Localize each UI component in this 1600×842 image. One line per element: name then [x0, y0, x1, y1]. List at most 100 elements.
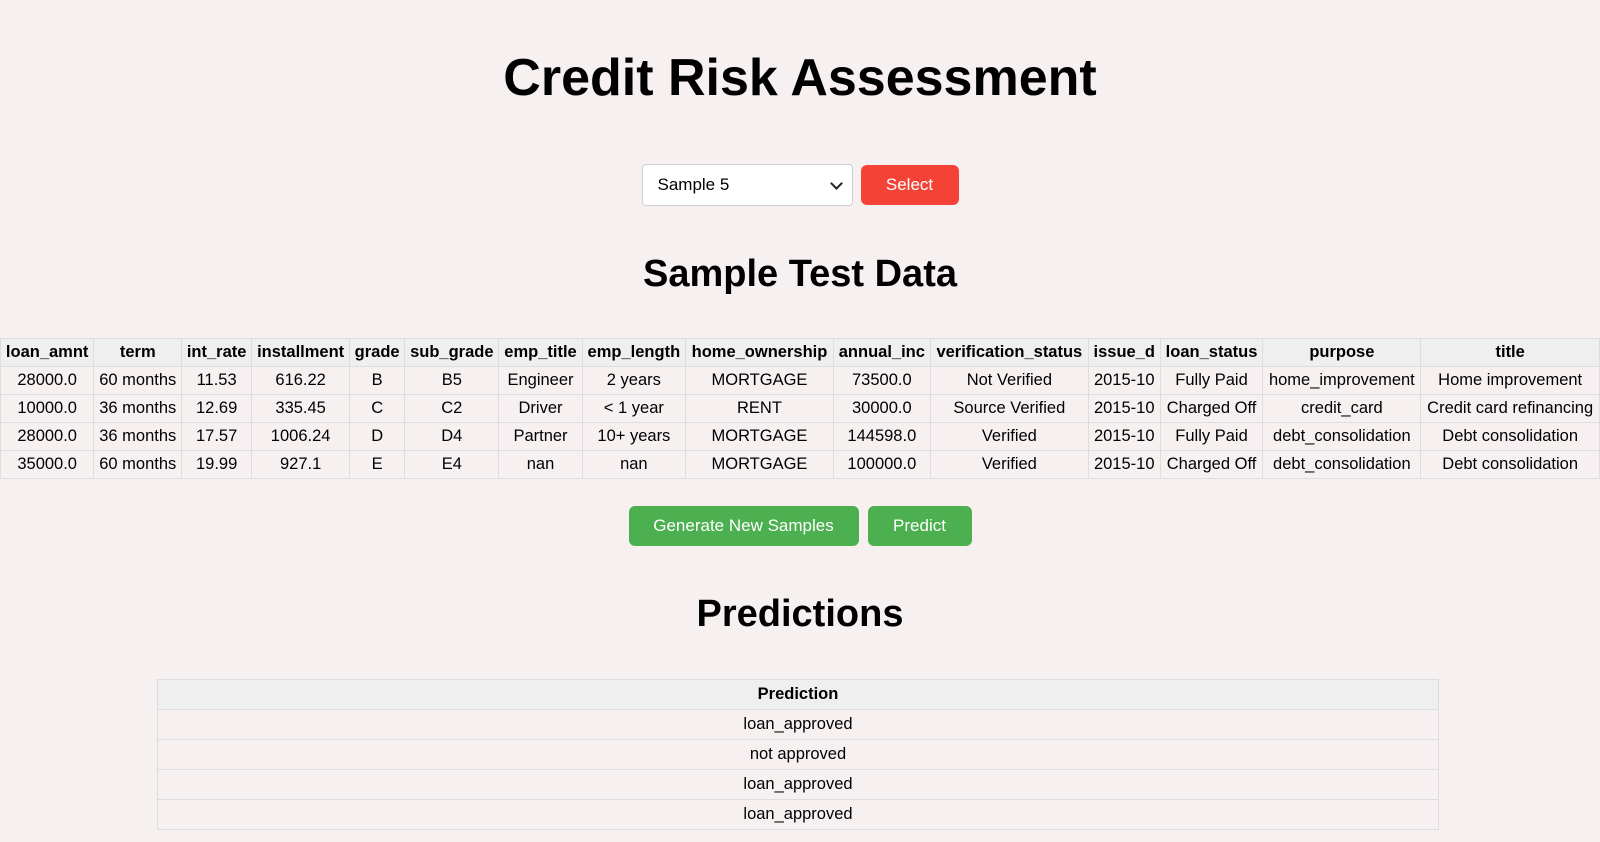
sample-dropdown-value: Sample 5	[657, 175, 730, 194]
generate-samples-button[interactable]: Generate New Samples	[628, 506, 859, 546]
table-cell: debt_consolidation	[1262, 450, 1422, 479]
column-header-issue-d: issue_d	[1087, 338, 1161, 367]
table-cell: 2015-10	[1087, 366, 1161, 395]
table-cell: Driver	[498, 394, 583, 423]
prediction-cell: loan_approved	[157, 799, 1439, 830]
table-cell: Verified	[929, 422, 1089, 451]
table-cell: Home improvement	[1420, 366, 1600, 395]
table-cell: 10000.0	[0, 394, 95, 423]
column-header-verification-status: verification_status	[929, 338, 1089, 367]
predict-button[interactable]: Predict	[867, 506, 972, 546]
predictions-header-row: Prediction	[157, 679, 1439, 710]
table-cell: Fully Paid	[1159, 422, 1264, 451]
column-header-term: term	[93, 338, 183, 367]
table-cell: RENT	[685, 394, 834, 423]
table-cell: nan	[498, 450, 583, 479]
table-cell: B5	[404, 366, 500, 395]
chevron-down-icon	[829, 176, 843, 190]
column-header-emp-length: emp_length	[581, 338, 687, 367]
table-cell: < 1 year	[581, 394, 687, 423]
predictions-table: Prediction loan_approved not approved loan…	[157, 679, 1439, 830]
table-cell: 30000.0	[832, 394, 931, 423]
prediction-cell: loan_approved	[157, 769, 1439, 800]
table-cell: MORTGAGE	[685, 366, 834, 395]
sample-selector: Sample 5 Select	[0, 164, 1600, 206]
table-cell: nan	[581, 450, 687, 479]
table-cell: 36 months	[93, 422, 183, 451]
column-header-loan-status: loan_status	[1159, 338, 1264, 367]
table-cell: E	[349, 450, 406, 479]
column-header-purpose: purpose	[1262, 338, 1422, 367]
table-cell: 36 months	[93, 394, 183, 423]
table-cell: 73500.0	[832, 366, 931, 395]
table-cell: Charged Off	[1159, 450, 1264, 479]
table-cell: 2 years	[581, 366, 687, 395]
table-cell: Credit card refinancing	[1420, 394, 1600, 423]
table-cell: 2015-10	[1087, 422, 1161, 451]
table-cell: Verified	[929, 450, 1089, 479]
table-cell: 12.69	[181, 394, 253, 423]
table-header-row: loan_amnt term int_rate installment grade sub…	[0, 338, 1600, 367]
table-cell: 927.1	[251, 450, 351, 479]
select-button[interactable]: Select	[860, 165, 959, 205]
prediction-row: loan_approved	[157, 799, 1439, 830]
table-cell: 28000.0	[0, 366, 95, 395]
table-cell: 2015-10	[1087, 450, 1161, 479]
table-row: 28000.0 36 months 17.57 1006.24 D D4 Partner 10…	[0, 422, 1600, 451]
table-cell: Fully Paid	[1159, 366, 1264, 395]
column-header-annual-inc: annual_inc	[832, 338, 931, 367]
table-cell: 144598.0	[832, 422, 931, 451]
predictions-body: loan_approved not approved loan_approved lo…	[157, 709, 1439, 830]
table-cell: home_improvement	[1262, 366, 1422, 395]
column-header-loan-amnt: loan_amnt	[0, 338, 95, 367]
table-cell: 335.45	[251, 394, 351, 423]
table-cell: Source Verified	[929, 394, 1089, 423]
table-cell: D4	[404, 422, 500, 451]
table-cell: 616.22	[251, 366, 351, 395]
column-header-installment: installment	[251, 338, 351, 367]
table-cell: 2015-10	[1087, 394, 1161, 423]
prediction-row: loan_approved	[157, 709, 1439, 740]
table-cell: Debt consolidation	[1420, 422, 1600, 451]
table-cell: D	[349, 422, 406, 451]
action-buttons: Generate New Samples Predict	[0, 506, 1600, 546]
sample-data-table: loan_amnt term int_rate installment grade sub…	[0, 338, 1600, 479]
column-header-int-rate: int_rate	[181, 338, 253, 367]
table-cell: B	[349, 366, 406, 395]
table-row: 10000.0 36 months 12.69 335.45 C C2 Driver < 1 …	[0, 394, 1600, 423]
table-cell: 10+ years	[581, 422, 687, 451]
predictions-heading: Predictions	[696, 593, 904, 635]
table-cell: debt_consolidation	[1262, 422, 1422, 451]
prediction-cell: loan_approved	[157, 709, 1439, 740]
page: Credit Risk Assessment Sample 5 Select S…	[0, 0, 1600, 842]
table-cell: 17.57	[181, 422, 253, 451]
table-cell: 11.53	[181, 366, 253, 395]
predictions-column-header: Prediction	[157, 679, 1439, 710]
table-cell: Debt consolidation	[1420, 450, 1600, 479]
table-cell: credit_card	[1262, 394, 1422, 423]
table-cell: E4	[404, 450, 500, 479]
table-cell: Engineer	[498, 366, 583, 395]
page-title: Credit Risk Assessment	[503, 49, 1097, 107]
table-row: 35000.0 60 months 19.99 927.1 E E4 nan nan MORTG…	[0, 450, 1600, 479]
table-cell: Partner	[498, 422, 583, 451]
prediction-cell: not approved	[157, 739, 1439, 770]
table-cell: 35000.0	[0, 450, 95, 479]
column-header-home-ownership: home_ownership	[685, 338, 834, 367]
table-cell: 60 months	[93, 366, 183, 395]
table-cell: 100000.0	[832, 450, 931, 479]
sample-dropdown[interactable]: Sample 5	[641, 164, 853, 206]
table-cell: C2	[404, 394, 500, 423]
table-cell: 1006.24	[251, 422, 351, 451]
table-body: 28000.0 60 months 11.53 616.22 B B5 Engineer 2 …	[0, 366, 1600, 479]
table-cell: 60 months	[93, 450, 183, 479]
sample-data-heading: Sample Test Data	[643, 253, 957, 295]
column-header-grade: grade	[349, 338, 406, 367]
table-row: 28000.0 60 months 11.53 616.22 B B5 Engineer 2 …	[0, 366, 1600, 395]
table-cell: C	[349, 394, 406, 423]
table-cell: Charged Off	[1159, 394, 1264, 423]
column-header-title: title	[1420, 338, 1600, 367]
table-cell: MORTGAGE	[685, 422, 834, 451]
table-cell: Not Verified	[929, 366, 1089, 395]
column-header-sub-grade: sub_grade	[404, 338, 500, 367]
